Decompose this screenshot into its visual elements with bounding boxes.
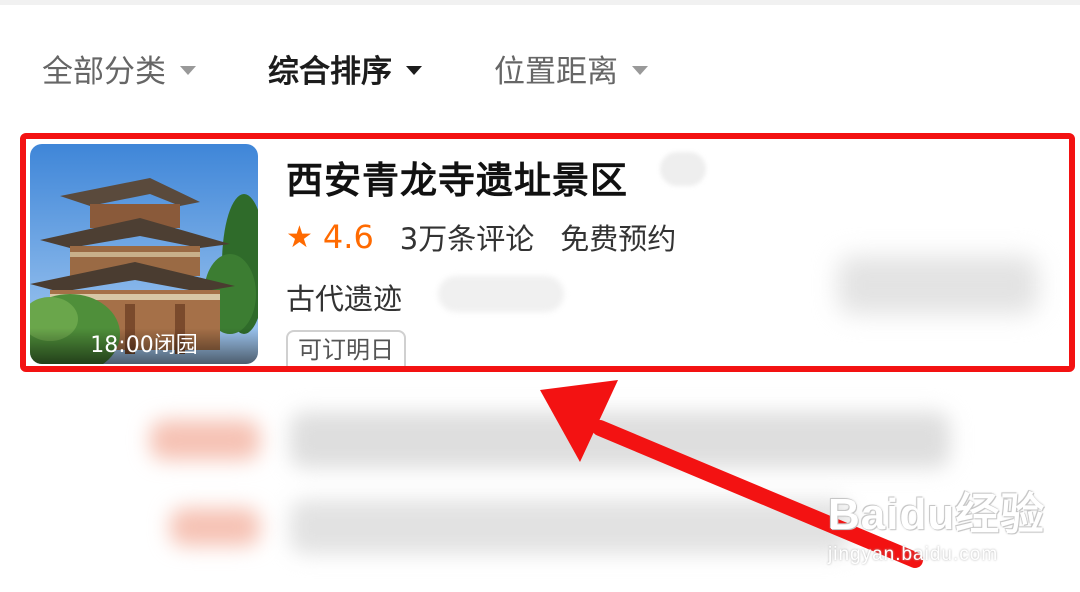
- watermark-logo: Baidu经验: [828, 490, 1046, 539]
- baidu-watermark: Baidu经验 jingyan.baidu.com: [828, 478, 1045, 566]
- watermark-url: jingyan.baidu.com: [828, 544, 999, 565]
